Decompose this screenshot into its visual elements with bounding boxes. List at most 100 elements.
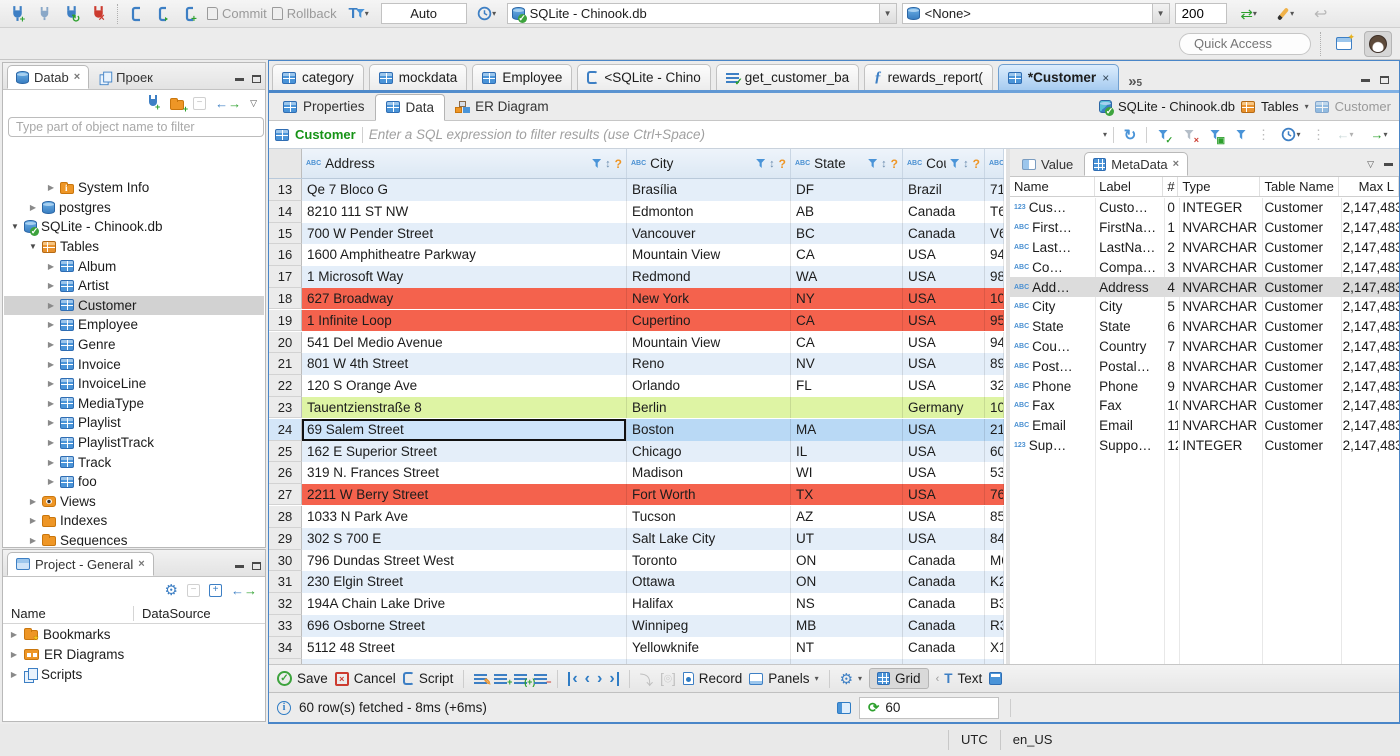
settings-gear-icon[interactable]: ⚙ [165, 581, 178, 599]
meta-cell[interactable]: 123 Cus… [1010, 200, 1095, 215]
new-connection-icon[interactable]: + [6, 3, 28, 25]
chevron-right-icon[interactable]: ▶ [46, 320, 56, 329]
grid-cell[interactable]: Brazil [903, 179, 985, 201]
grid-cell[interactable]: WI [791, 462, 903, 485]
meta-cell[interactable]: Customer [1260, 280, 1338, 295]
apply-filter-icon[interactable]: ✓ [1153, 125, 1173, 145]
column-help-icon[interactable]: ? [891, 157, 898, 171]
chevron-right-icon[interactable]: ▶ [46, 183, 56, 192]
duplicate-row-icon[interactable]: (+) [514, 673, 535, 686]
grid-cell[interactable]: Edmonton [627, 200, 791, 223]
chevron-right-icon[interactable]: ▶ [46, 360, 56, 369]
undo-icon[interactable]: ↩ [1310, 3, 1332, 25]
grid-row[interactable]: 23 Tauentzienstraße 8 Berlin Germany 10 [269, 396, 1004, 419]
sort-icon[interactable]: ↕ [605, 158, 611, 170]
grid-cell[interactable]: 98 [985, 266, 1004, 288]
open-perspective-icon[interactable] [1330, 31, 1358, 57]
chevron-right-icon[interactable]: ▶ [28, 516, 38, 525]
row-number[interactable]: 19 [269, 309, 302, 331]
sidebar-item-invoiceline[interactable]: ▶ InvoiceLine [4, 374, 264, 394]
grid-cell[interactable]: 8210 111 ST NW [302, 200, 627, 223]
meta-cell[interactable]: Customer [1260, 379, 1338, 394]
sidebar-item-playlisttrack[interactable]: ▶ PlaylistTrack [4, 433, 264, 453]
grid-cell[interactable]: UT [791, 527, 903, 550]
meta-cell[interactable]: Customer [1260, 200, 1338, 215]
meta-cell[interactable]: Country [1095, 339, 1163, 354]
grid-cell[interactable]: Reno [627, 353, 791, 376]
meta-cell[interactable]: Customer [1260, 260, 1338, 275]
close-icon[interactable]: × [1173, 158, 1179, 170]
meta-cell[interactable]: Postal… [1095, 359, 1163, 374]
meta-cell[interactable]: 2,147,483 [1339, 220, 1399, 235]
grid-cell[interactable]: 94 [985, 244, 1004, 267]
close-icon[interactable]: × [74, 71, 80, 83]
fetch-next-icon[interactable]: ⤵ [640, 669, 654, 689]
grid-cell[interactable]: USA [903, 244, 985, 267]
sql-editor-icon[interactable] [126, 3, 148, 25]
meta-cell[interactable]: Customer [1260, 299, 1338, 314]
project-item-er-diagrams[interactable]: ▶ ER Diagrams [3, 644, 265, 664]
grid-cell[interactable]: Boston [627, 418, 791, 441]
close-icon[interactable]: × [1102, 71, 1109, 85]
add-row-icon[interactable]: + [494, 673, 512, 686]
grid-cell[interactable]: Madison [627, 462, 791, 485]
chevron-down-icon[interactable]: ▾ [1305, 102, 1309, 111]
meta-cell[interactable]: City [1095, 299, 1163, 314]
grid-cell[interactable]: Germany [903, 396, 985, 418]
grid-cell[interactable]: 76 [985, 484, 1004, 505]
grid-cell[interactable]: 801 W 4th Street [302, 353, 627, 376]
meta-row[interactable]: ABC Post… Postal… 8 NVARCHAR Customer 2,147,48… [1010, 356, 1399, 376]
editor-tab-get-customer-ba[interactable]: get_customer_ba [715, 64, 860, 90]
meta-cell[interactable]: Fax [1095, 398, 1163, 413]
grid-cell[interactable]: 627 Broadway [302, 287, 627, 309]
grid-cell[interactable]: Winnipeg [627, 614, 791, 637]
grid-cell[interactable]: NT [791, 636, 903, 659]
grid-cell[interactable]: MB [791, 614, 903, 637]
grid-cell[interactable]: USA [903, 353, 985, 376]
meta-row[interactable]: ABC State State 6 NVARCHAR Customer 2,147,483 [1010, 317, 1399, 337]
meta-cell[interactable]: NVARCHAR [1178, 418, 1260, 433]
grid-row[interactable]: 25 162 E Superior Street Chicago IL USA 60 [269, 440, 1004, 463]
grid-view-button[interactable]: Grid [869, 668, 929, 689]
first-page-icon[interactable]: ‹ [568, 670, 578, 686]
chevron-right-icon[interactable]: ▶ [46, 301, 56, 310]
project-columns-header[interactable]: Name DataSource [3, 603, 265, 624]
meta-row[interactable]: ABC Email Email 11 NVARCHAR Customer 2,147,483 [1010, 416, 1399, 436]
grid-cell[interactable]: Canada [903, 222, 985, 245]
chevron-right-icon[interactable]: ▶ [46, 399, 56, 408]
grid-row[interactable]: 17 1 Microsoft Way Redmond WA USA 98 [269, 266, 1004, 288]
script-button[interactable]: Script [402, 671, 453, 686]
column-help-icon[interactable]: ? [973, 157, 980, 171]
edit-cell-icon[interactable]: ✎ [474, 673, 491, 686]
grid-cell[interactable]: 1 Microsoft Way [302, 266, 627, 288]
row-number[interactable]: 26 [269, 462, 302, 485]
history-dropdown[interactable]: ▾ [472, 3, 502, 25]
grid-row[interactable]: 18 627 Broadway New York NY USA 10 [269, 287, 1004, 310]
grid-cell[interactable]: Cupertino [627, 309, 791, 331]
grid-cell[interactable]: DF [791, 179, 903, 201]
view-menu-icon[interactable]: ▽ [250, 98, 257, 109]
meta-cell[interactable]: Customer [1260, 220, 1338, 235]
meta-cell[interactable]: NVARCHAR [1178, 319, 1260, 334]
meta-cell[interactable]: ABC Phone [1010, 379, 1095, 394]
grid-row[interactable]: 29 302 S 700 E Salt Lake City UT USA 84 [269, 527, 1004, 550]
meta-cell[interactable]: Customer [1260, 339, 1338, 354]
grid-cell[interactable]: 32 [985, 375, 1004, 397]
tab-data[interactable]: Data [374, 93, 446, 121]
navigator-filter-input[interactable] [8, 117, 264, 137]
grid-cell[interactable]: M6 [985, 549, 1004, 572]
grid-cell[interactable]: 162 E Superior Street [302, 440, 627, 463]
meta-cell[interactable]: 123 Sup… [1010, 438, 1095, 453]
editor-tab-rewards-report[interactable]: ƒ rewards_report( [864, 64, 993, 90]
transaction-log-dropdown[interactable]: T ▾ [342, 3, 376, 25]
meta-row[interactable]: ABCFaxFax10NVARCHARCustomer2,147,483 [1010, 396, 1399, 416]
sidebar-item-system-info[interactable]: ▶ System Info [4, 178, 264, 198]
grid-row[interactable]: 30 796 Dundas Street West Toronto ON Canada M… [269, 549, 1004, 572]
editor-tab-customer[interactable]: *Customer × [997, 64, 1120, 90]
quick-access-input[interactable] [1179, 32, 1311, 55]
meta-cell[interactable]: 2,147,483 [1339, 339, 1399, 354]
chevron-right-icon[interactable]: ▶ [28, 497, 38, 506]
collapse-icon[interactable]: − [187, 583, 200, 597]
meta-cell[interactable]: 2,147,483 [1339, 398, 1399, 413]
grid-cell[interactable]: TX [791, 484, 903, 505]
